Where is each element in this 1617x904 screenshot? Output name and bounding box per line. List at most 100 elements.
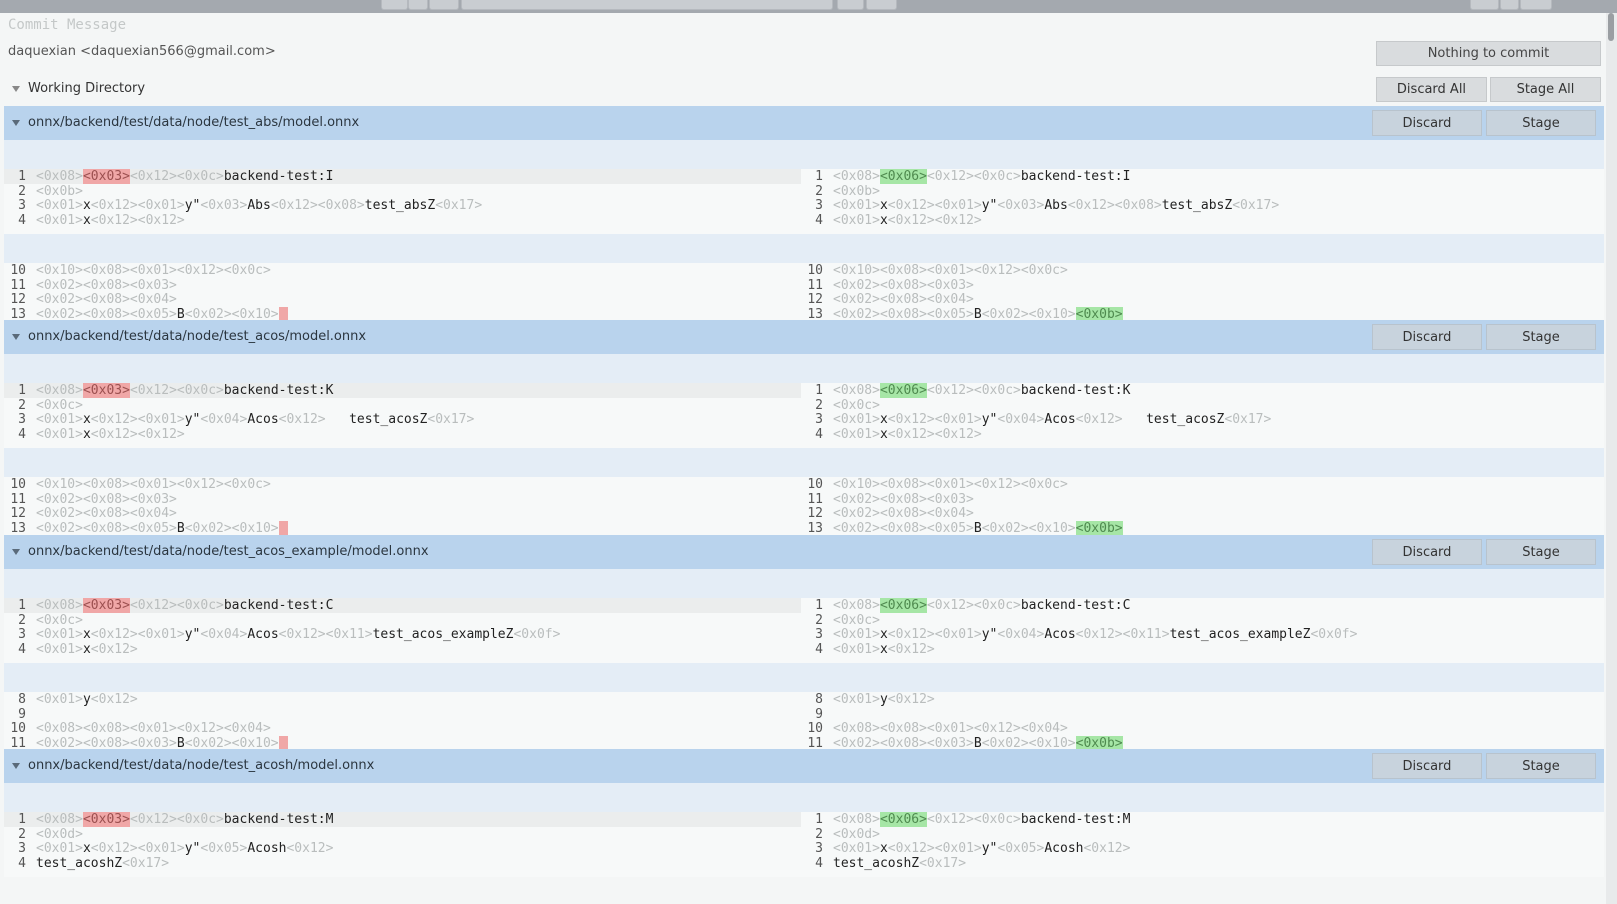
new-side-line: 12 <0x02><0x08><0x04> xyxy=(801,506,1604,521)
collapse-triangle-icon[interactable] xyxy=(12,86,20,92)
new-line-number: 3 xyxy=(815,841,823,856)
old-line-number: 1 xyxy=(18,383,26,398)
control-bytes: <0x12><0x12> xyxy=(90,212,185,228)
text-bytes: B xyxy=(176,520,185,536)
control-bytes: <0x02><0x08><0x03> xyxy=(833,491,974,507)
control-bytes: <0x01> xyxy=(833,426,880,442)
diff-line: 4 test_acoshZ<0x17> 4 test_acoshZ<0x17> xyxy=(4,856,1604,871)
discard-file-button[interactable]: Discard xyxy=(1372,110,1482,136)
stage-file-button[interactable]: Stage xyxy=(1486,539,1596,565)
new-line-number: 2 xyxy=(815,612,823,628)
stage-file-button[interactable]: Stage xyxy=(1486,324,1596,350)
control-bytes: <0x12><0x0c> xyxy=(129,169,224,184)
diff-line: 4 <0x01>x<0x12><0x12> 4 <0x01>x<0x12><0x12> xyxy=(4,213,1604,228)
control-bytes: <0x12><0x01> xyxy=(90,198,185,213)
line-content: <0x02><0x08><0x05>B<0x02><0x10> xyxy=(36,520,288,536)
collapse-triangle-icon[interactable] xyxy=(12,120,20,126)
toolbar-button[interactable] xyxy=(381,0,408,10)
new-line-number: 12 xyxy=(807,506,823,521)
text-bytes: x xyxy=(879,412,888,427)
line-content: <0x08><0x03><0x12><0x0c>backend-test:C xyxy=(36,598,333,613)
old-side-line: 1 <0x08><0x03><0x12><0x0c>backend-test:C xyxy=(4,598,801,613)
old-line-number: 12 xyxy=(10,292,26,307)
old-side-line: 3 <0x01>x<0x12><0x01>y"<0x04>Acos<0x12><0… xyxy=(4,627,801,642)
collapse-triangle-icon[interactable] xyxy=(12,763,20,769)
old-side-line: 3 <0x01>x<0x12><0x01>y"<0x03>Abs<0x12><0x… xyxy=(4,198,801,213)
diff-line: 12 <0x02><0x08><0x04> 12 <0x02><0x08><0x04> xyxy=(4,506,1604,521)
control-bytes: <0x02><0x08><0x04> xyxy=(833,292,974,307)
line-content: <0x02><0x08><0x04> xyxy=(833,506,974,521)
commit-button[interactable]: Nothing to commit xyxy=(1376,41,1601,66)
commit-message-input[interactable]: Commit Message xyxy=(8,17,126,33)
line-content: <0x10><0x08><0x01><0x12><0x0c> xyxy=(833,263,1068,278)
line-content: <0x08><0x06><0x12><0x0c>backend-test:M xyxy=(833,812,1130,827)
added-bytes: <0x06> xyxy=(879,598,927,613)
control-bytes: <0x08> xyxy=(833,169,880,184)
old-line-number: 10 xyxy=(10,721,26,736)
line-content: <0x10><0x08><0x01><0x12><0x0c> xyxy=(36,263,271,278)
toolbar-button[interactable] xyxy=(866,0,897,10)
new-line-number: 4 xyxy=(815,855,823,871)
file-header[interactable]: onnx/backend/test/data/node/test_acosh/m… xyxy=(4,749,1604,783)
control-bytes: <0x0c> xyxy=(833,612,880,628)
text-bytes: B xyxy=(973,520,982,536)
scrollbar-thumb[interactable] xyxy=(1608,13,1614,41)
hunk-lines: 10 <0x10><0x08><0x01><0x12><0x0c> 10 <0x10>… xyxy=(4,263,1604,328)
file-header[interactable]: onnx/backend/test/data/node/test_acos_ex… xyxy=(4,535,1604,569)
diff-line: 12 <0x02><0x08><0x04> 12 <0x02><0x08><0x04> xyxy=(4,292,1604,307)
new-line-number: 3 xyxy=(815,627,823,642)
diff-line: 2 <0x0b> 2 <0x0b> xyxy=(4,184,1604,199)
new-side-line: 1 <0x08><0x06><0x12><0x0c>backend-test:C xyxy=(801,598,1604,613)
branch-selector[interactable] xyxy=(461,0,833,10)
new-side-line: 3 <0x01>x<0x12><0x01>y"<0x03>Abs<0x12><0x… xyxy=(801,198,1604,213)
diff-line: 3 <0x01>x<0x12><0x01>y"<0x04>Acos<0x12><0… xyxy=(4,627,1604,642)
file-header[interactable]: onnx/backend/test/data/node/test_acos/mo… xyxy=(4,320,1604,354)
stage-file-button[interactable]: Stage xyxy=(1486,753,1596,779)
toolbar-button[interactable] xyxy=(429,0,459,10)
old-line-number: 3 xyxy=(18,627,26,642)
diff-line: 13 <0x02><0x08><0x05>B<0x02><0x10> 13 <0x02… xyxy=(4,520,1604,536)
control-bytes: <0x08><0x08><0x01><0x12><0x04> xyxy=(833,721,1068,736)
new-line-number: 10 xyxy=(807,263,823,278)
control-bytes: <0x0b> xyxy=(36,183,83,199)
file-header[interactable]: onnx/backend/test/data/node/test_abs/mod… xyxy=(4,106,1604,140)
new-line-number: 2 xyxy=(815,183,823,199)
text-bytes: x xyxy=(82,426,91,442)
toolbar-button[interactable] xyxy=(408,0,428,10)
new-line-number: 10 xyxy=(807,477,823,492)
collapse-triangle-icon[interactable] xyxy=(12,549,20,555)
control-bytes: <0x17> xyxy=(427,412,475,427)
discard-all-button[interactable]: Discard All xyxy=(1376,77,1487,102)
stage-file-button[interactable]: Stage xyxy=(1486,110,1596,136)
discard-file-button[interactable]: Discard xyxy=(1372,539,1482,565)
control-bytes: <0x12><0x12> xyxy=(887,212,982,228)
old-line-number: 4 xyxy=(18,641,26,657)
vertical-scrollbar[interactable] xyxy=(1606,13,1617,904)
diff-line: 10 <0x10><0x08><0x01><0x12><0x0c> 10 <0x10>… xyxy=(4,263,1604,278)
hunk-separator xyxy=(4,234,1604,263)
control-bytes: <0x12> xyxy=(90,641,138,657)
toolbar-button[interactable] xyxy=(1520,0,1552,10)
discard-file-button[interactable]: Discard xyxy=(1372,753,1482,779)
line-content: <0x01>x<0x12><0x01>y"<0x04>Acos<0x12> te… xyxy=(36,412,474,427)
control-bytes: <0x08> xyxy=(36,383,83,398)
control-bytes: <0x12> xyxy=(286,841,334,856)
control-bytes: <0x0f> xyxy=(1310,627,1358,642)
line-content: <0x02><0x08><0x03> xyxy=(833,278,974,293)
toolbar-button[interactable] xyxy=(1500,0,1519,10)
diff-line: 3 <0x01>x<0x12><0x01>y"<0x04>Acos<0x12> t… xyxy=(4,412,1604,427)
collapse-triangle-icon[interactable] xyxy=(12,334,20,340)
discard-file-button[interactable]: Discard xyxy=(1372,324,1482,350)
working-directory-header[interactable]: Working Directory xyxy=(0,78,1606,104)
line-content: <0x08><0x03><0x12><0x0c>backend-test:K xyxy=(36,383,333,398)
text-bytes: backend-test:I xyxy=(223,169,334,184)
text-bytes: backend-test:M xyxy=(1020,812,1131,827)
diff-line: 4 <0x01>x<0x12> 4 <0x01>x<0x12> xyxy=(4,642,1604,657)
stage-all-button[interactable]: Stage All xyxy=(1490,77,1601,102)
new-side-line: 4 <0x01>x<0x12><0x12> xyxy=(801,213,1604,228)
toolbar-button[interactable] xyxy=(1470,0,1499,10)
toolbar-button[interactable] xyxy=(837,0,864,10)
text-bytes: y" xyxy=(184,412,201,427)
control-bytes: <0x0d> xyxy=(36,826,83,842)
old-side-line: 2 <0x0d> xyxy=(4,827,801,842)
